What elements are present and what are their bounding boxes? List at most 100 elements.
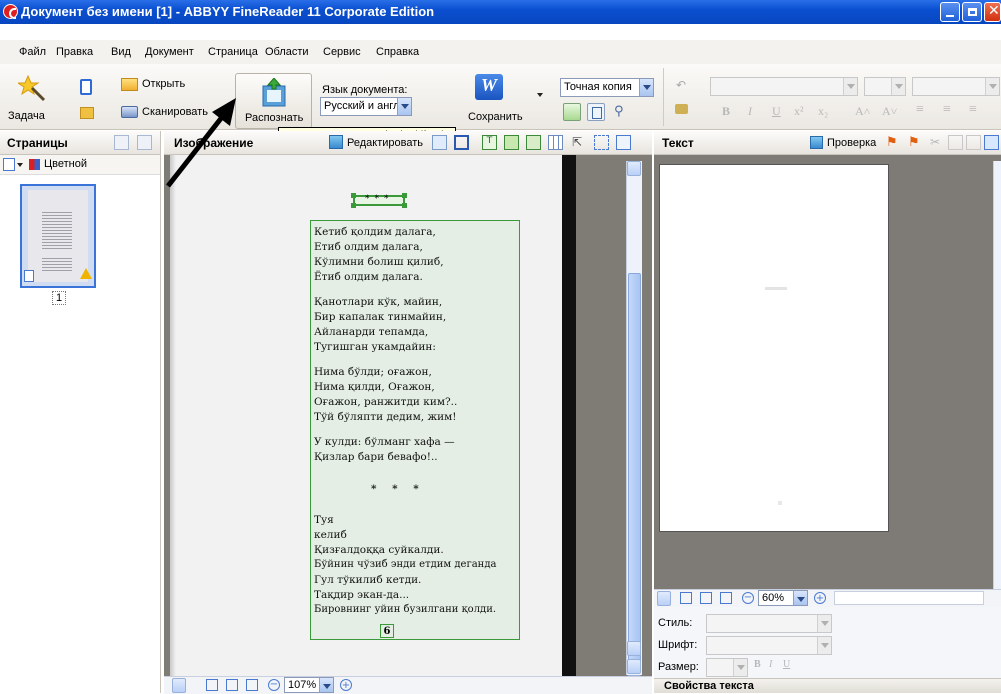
text-output-page[interactable]: [659, 164, 889, 532]
fit-page-icon[interactable]: [206, 679, 218, 691]
verify-button[interactable]: Проверка: [827, 137, 876, 149]
scanned-page[interactable]: *** Кетиб қолдим далага, Етиб олдим дала…: [170, 155, 576, 677]
collapse-panel-button[interactable]: [657, 591, 671, 606]
subscript-icon[interactable]: x₂: [818, 104, 828, 119]
show-formatting-icon[interactable]: [984, 135, 999, 150]
image-scroll-thumb[interactable]: [628, 273, 641, 668]
menu-edit[interactable]: Правка: [56, 46, 93, 58]
resize-handle[interactable]: [351, 193, 356, 198]
undo-icon[interactable]: ↶: [676, 78, 688, 92]
bold-icon[interactable]: B: [754, 659, 761, 670]
zoom-in-icon[interactable]: +: [814, 592, 826, 604]
page-thumbnail[interactable]: [20, 184, 96, 288]
previous-error-icon[interactable]: ⚑: [886, 135, 901, 150]
pages-move-up-icon[interactable]: [114, 135, 129, 150]
size-property-select[interactable]: [706, 658, 748, 677]
page-number-area[interactable]: 6: [380, 624, 394, 638]
thumbnail-text-lines: [42, 210, 72, 250]
resize-handle[interactable]: [402, 203, 407, 208]
save-layout-icon[interactable]: [563, 103, 581, 121]
underline-icon[interactable]: U: [783, 659, 790, 670]
scroll-up-button[interactable]: [627, 161, 641, 176]
italic-icon[interactable]: I: [748, 104, 752, 119]
image-vertical-scrollbar[interactable]: [626, 161, 642, 675]
menu-areas[interactable]: Области: [265, 46, 309, 58]
text-properties-header[interactable]: Свойства текста: [654, 678, 1001, 693]
pointer-icon[interactable]: ⇱: [572, 135, 587, 150]
image-zoom-select[interactable]: 107%: [284, 677, 334, 693]
zoom-out-icon[interactable]: −: [268, 679, 280, 691]
save-button[interactable]: W Сохранить: [465, 70, 545, 128]
menu-help[interactable]: Справка: [376, 46, 419, 58]
recognize-button[interactable]: Распознать: [235, 73, 312, 129]
font-name-select[interactable]: [710, 77, 858, 96]
next-error-icon[interactable]: ⚑: [908, 135, 923, 150]
fit-width-icon[interactable]: [700, 592, 712, 604]
close-button[interactable]: ✕: [984, 2, 1001, 22]
open-button[interactable]: Открыть: [121, 76, 211, 94]
chevron-down-icon[interactable]: [17, 163, 23, 167]
picture-area-icon[interactable]: [504, 135, 519, 150]
style-property-select[interactable]: [706, 614, 832, 633]
actual-size-icon[interactable]: [720, 592, 732, 604]
link-icon[interactable]: ⚲: [614, 104, 624, 119]
edit-image-button[interactable]: Редактировать: [347, 137, 423, 149]
menu-page[interactable]: Страница: [208, 46, 258, 58]
copy-icon[interactable]: [948, 135, 963, 150]
paste-icon[interactable]: [966, 135, 981, 150]
italic-icon[interactable]: I: [769, 659, 772, 670]
select-area-icon[interactable]: [594, 135, 609, 150]
text-area-icon[interactable]: T: [482, 135, 497, 150]
table-area-icon[interactable]: [548, 135, 563, 150]
zoom-in-icon[interactable]: +: [340, 679, 352, 691]
menu-service[interactable]: Сервис: [323, 46, 361, 58]
save-menu-arrow-icon[interactable]: [537, 93, 543, 97]
scroll-down-button[interactable]: [627, 641, 641, 656]
ornament-area[interactable]: ***: [351, 193, 407, 208]
menu-document[interactable]: Документ: [145, 46, 194, 58]
superscript-icon[interactable]: x²: [794, 104, 804, 119]
text-vertical-scrollbar[interactable]: [993, 161, 1001, 591]
menu-file[interactable]: Файл: [19, 46, 46, 58]
fit-width-icon[interactable]: [226, 679, 238, 691]
align-center-icon[interactable]: ≡: [943, 102, 951, 118]
bold-icon[interactable]: B: [722, 104, 730, 119]
pages-move-down-icon[interactable]: [137, 135, 152, 150]
copy-icon[interactable]: [80, 107, 94, 119]
thumbnail-view-icon[interactable]: [3, 158, 15, 171]
redo-icon[interactable]: [675, 104, 688, 114]
text-zoom-select[interactable]: 60%: [758, 590, 808, 606]
menu-view[interactable]: Вид: [111, 46, 131, 58]
background-picture-area-icon[interactable]: [526, 135, 541, 150]
text-area-selection[interactable]: Кетиб қолдим далага, Етиб олдим далага, …: [310, 220, 520, 640]
area-text-icon[interactable]: [432, 135, 447, 150]
align-left-icon[interactable]: ≡: [916, 102, 924, 118]
task-button[interactable]: Задача: [8, 72, 58, 128]
align-right-icon[interactable]: ≡: [969, 102, 977, 118]
text-horizontal-scrollbar[interactable]: [834, 591, 984, 605]
grow-font-icon[interactable]: A˄: [855, 104, 870, 119]
underline-icon[interactable]: U: [772, 104, 781, 119]
collapse-panel-button[interactable]: [172, 678, 186, 693]
new-document-icon[interactable]: [80, 79, 92, 95]
crop-area-icon[interactable]: [616, 135, 631, 150]
resize-handle[interactable]: [402, 193, 407, 198]
abbyy-app-icon[interactable]: [3, 4, 18, 19]
actual-size-icon[interactable]: [246, 679, 258, 691]
restore-button[interactable]: [962, 2, 982, 22]
save-mode-select[interactable]: Точная копия: [560, 78, 654, 97]
page-down-button[interactable]: [627, 659, 641, 674]
font-property-select[interactable]: [706, 636, 832, 655]
resize-handle[interactable]: [351, 203, 356, 208]
language-select[interactable]: Русский и англий: [320, 97, 412, 116]
zoom-out-icon[interactable]: −: [742, 592, 754, 604]
cut-icon[interactable]: ✂: [930, 135, 945, 150]
fit-page-icon[interactable]: [680, 592, 692, 604]
shrink-font-icon[interactable]: A˅: [882, 104, 897, 119]
color-mode-label[interactable]: Цветной: [44, 158, 87, 170]
area-select-icon[interactable]: [454, 135, 469, 150]
minimize-button[interactable]: [940, 2, 960, 22]
font-size-select[interactable]: [864, 77, 906, 96]
style-select[interactable]: [912, 77, 1000, 96]
save-page-icon[interactable]: [587, 103, 605, 121]
